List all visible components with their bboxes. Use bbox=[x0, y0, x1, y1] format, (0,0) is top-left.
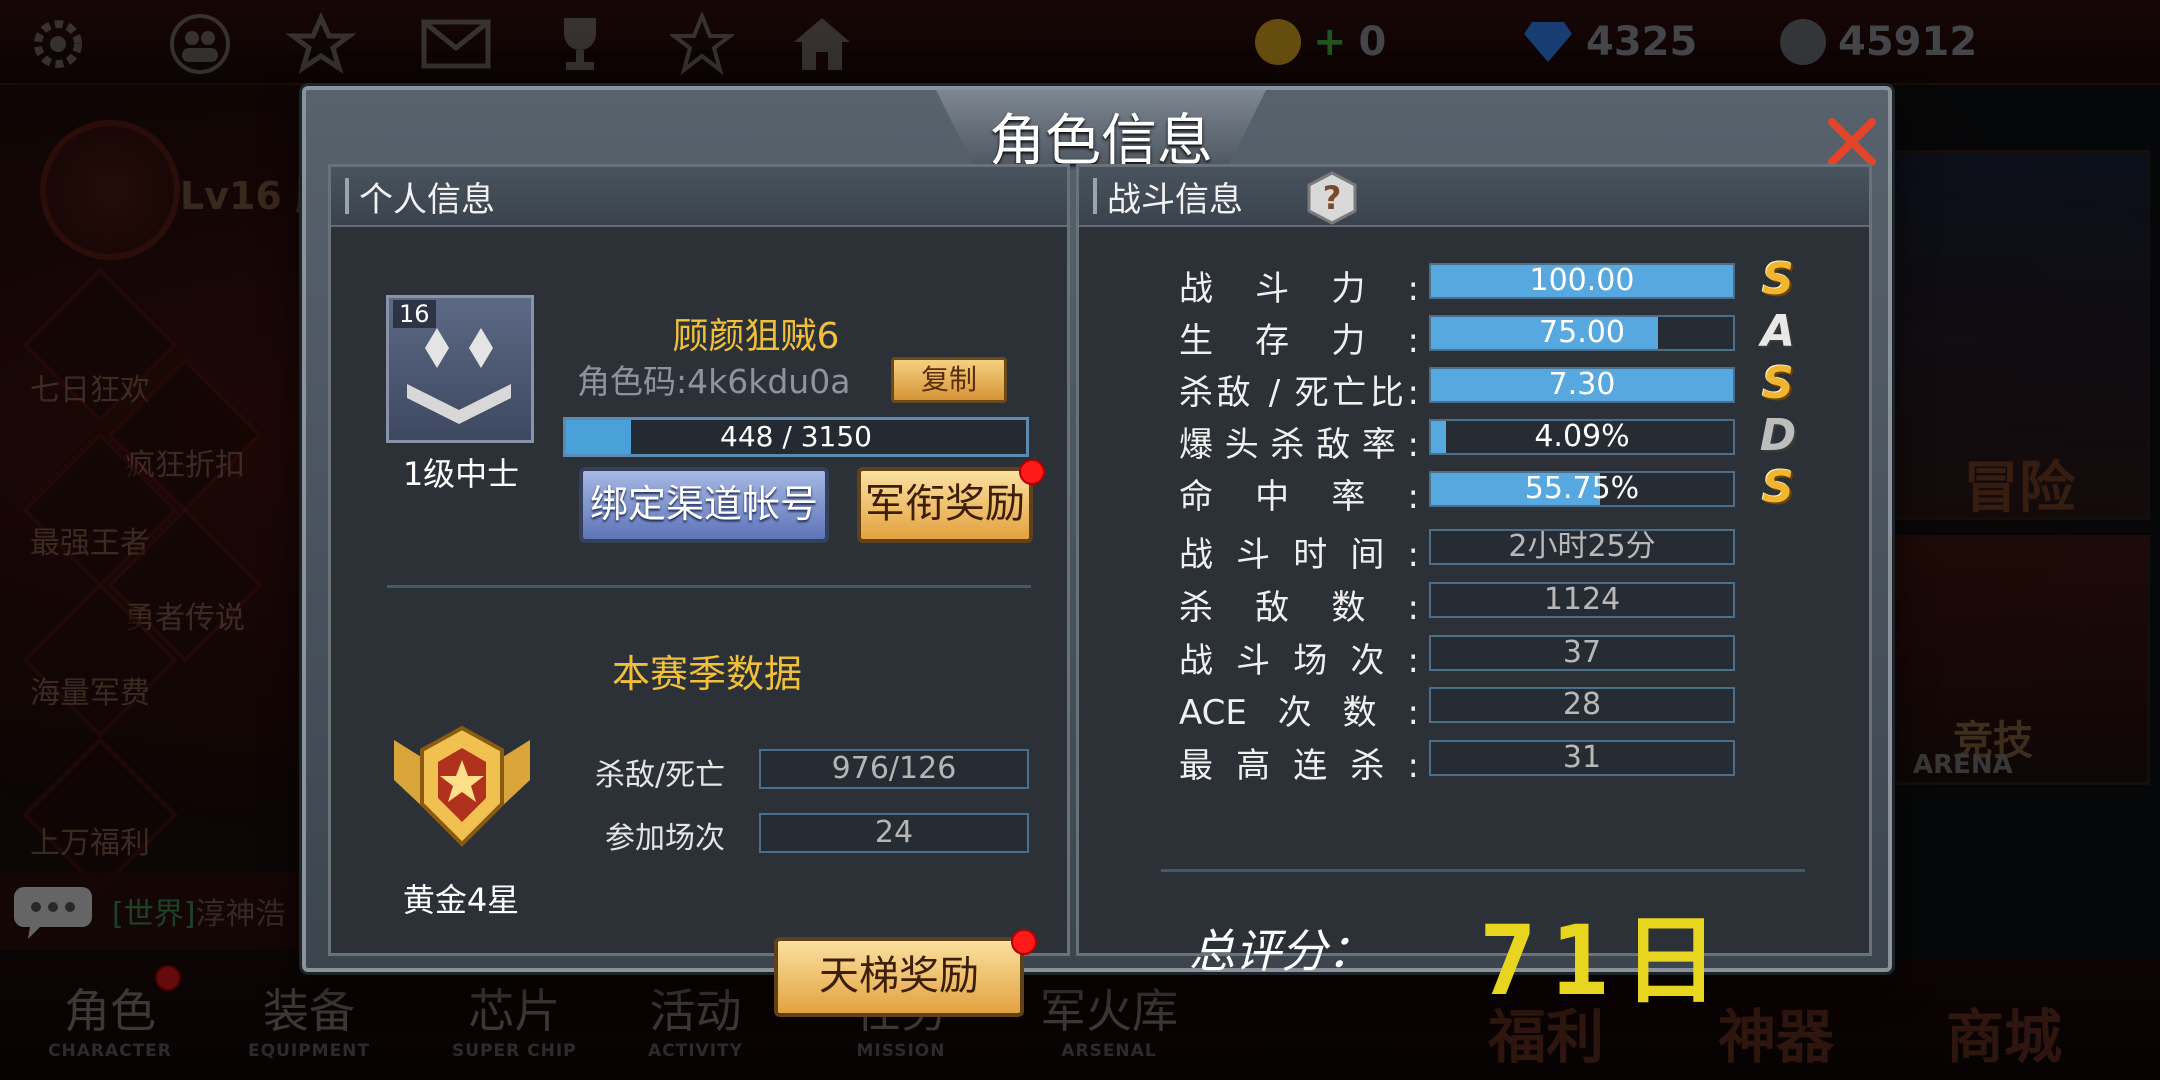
stat-bar: 37 bbox=[1429, 635, 1735, 671]
xp-bar: 448 / 3150 bbox=[563, 417, 1029, 457]
rank-reward-button[interactable]: 军衔奖励 bbox=[857, 467, 1033, 543]
military-rank-icon: 16 bbox=[386, 295, 534, 443]
total-score-label: 总评分： bbox=[1189, 924, 1373, 978]
help-icon[interactable]: ? bbox=[1305, 171, 1359, 225]
stat-bar: 31 bbox=[1429, 740, 1735, 776]
personal-info-panel: 个人信息 16 1级中士 顾颜狙贼6 角色码:4k6kdu0a 复制 448 /… bbox=[328, 164, 1070, 1017]
grade-badge: S bbox=[1762, 254, 1794, 305]
stat-label: 战斗时间: bbox=[1179, 535, 1419, 575]
stat-value: 2小时25分 bbox=[1508, 529, 1656, 564]
stat-bar: 4.09% bbox=[1429, 419, 1735, 455]
rank-level: 16 bbox=[393, 300, 436, 328]
stat-label: ACE次数: bbox=[1179, 693, 1419, 733]
stat-label: 战斗场次: bbox=[1179, 641, 1419, 681]
stat-label: 战斗力: bbox=[1179, 269, 1419, 309]
stat-label: 爆头杀敌率: bbox=[1179, 425, 1419, 465]
ladder-reward-button[interactable]: 天梯奖励 bbox=[774, 937, 1024, 1017]
close-icon[interactable] bbox=[1822, 112, 1882, 172]
character-info-dialog: 角色信息 个人信息 16 1级中士 顾颜狙贼6 角色码:4k6kdu0a 复制 … bbox=[302, 86, 1892, 1017]
panel-header: 战斗信息 bbox=[1079, 167, 1869, 227]
gold-tier-badge-icon bbox=[394, 725, 530, 847]
stat-bar: 75.00 bbox=[1429, 315, 1735, 351]
stat-value: 55.75% bbox=[1524, 471, 1640, 506]
divider bbox=[387, 585, 1031, 588]
stat-value: 7.30 bbox=[1548, 367, 1616, 402]
matches-label: 参加场次 bbox=[605, 821, 725, 856]
stat-value: 100.00 bbox=[1529, 263, 1635, 298]
stat-value: 1124 bbox=[1543, 582, 1621, 617]
copy-button[interactable]: 复制 bbox=[891, 357, 1007, 403]
combat-info-panel: 战斗信息 ? 总评分： 71日 战斗力: 100.00 S 生存力: 75.00 A 杀敌 … bbox=[1076, 164, 1872, 1017]
rank-name: 1级中士 bbox=[402, 455, 520, 493]
personal-info-title: 个人信息 bbox=[359, 179, 495, 220]
bind-account-button[interactable]: 绑定渠道帐号 bbox=[579, 467, 829, 543]
stat-bar: 100.00 bbox=[1429, 263, 1735, 299]
stat-bar: 28 bbox=[1429, 687, 1735, 723]
player-name: 顾颜狙贼6 bbox=[672, 316, 840, 357]
rank-reward-notification-dot bbox=[1019, 459, 1045, 485]
svg-text:?: ? bbox=[1323, 179, 1342, 217]
total-score: 71日 bbox=[1479, 905, 1733, 1017]
stat-value: 4.09% bbox=[1534, 419, 1630, 454]
stat-value: 28 bbox=[1562, 687, 1602, 722]
season-rank: 黄金4星 bbox=[402, 881, 520, 919]
stat-value: 75.00 bbox=[1539, 315, 1625, 350]
stat-value: 31 bbox=[1562, 740, 1602, 775]
combat-info-title: 战斗信息 bbox=[1107, 179, 1243, 220]
ladder-reward-notification-dot bbox=[1011, 929, 1037, 955]
stat-label: 命中率: bbox=[1179, 477, 1419, 517]
panel-header: 个人信息 bbox=[331, 167, 1067, 227]
stat-bar: 2小时25分 bbox=[1429, 529, 1735, 565]
header-accent bbox=[345, 178, 349, 214]
stat-bar: 7.30 bbox=[1429, 367, 1735, 403]
matches-value: 24 bbox=[759, 813, 1029, 853]
grade-badge: S bbox=[1762, 462, 1794, 513]
grade-badge: D bbox=[1759, 410, 1797, 461]
grade-badge: S bbox=[1762, 358, 1794, 409]
stat-bar: 1124 bbox=[1429, 582, 1735, 618]
stat-label: 杀敌 / 死亡比: bbox=[1179, 373, 1419, 413]
stat-value: 37 bbox=[1562, 635, 1602, 670]
kd-label: 杀敌/死亡 bbox=[595, 758, 726, 793]
season-title: 本赛季数据 bbox=[611, 652, 802, 696]
stat-label: 杀敌数: bbox=[1179, 588, 1419, 628]
xp-text: 448 / 3150 bbox=[720, 420, 872, 453]
grade-badge: A bbox=[1760, 306, 1796, 357]
stat-label: 最高连杀: bbox=[1179, 746, 1419, 786]
kd-value: 976/126 bbox=[759, 749, 1029, 789]
header-accent bbox=[1093, 178, 1097, 214]
divider bbox=[1161, 869, 1805, 872]
stat-label: 生存力: bbox=[1179, 321, 1419, 361]
stat-bar: 55.75% bbox=[1429, 471, 1735, 507]
role-code: 角色码:4k6kdu0a bbox=[577, 362, 851, 401]
